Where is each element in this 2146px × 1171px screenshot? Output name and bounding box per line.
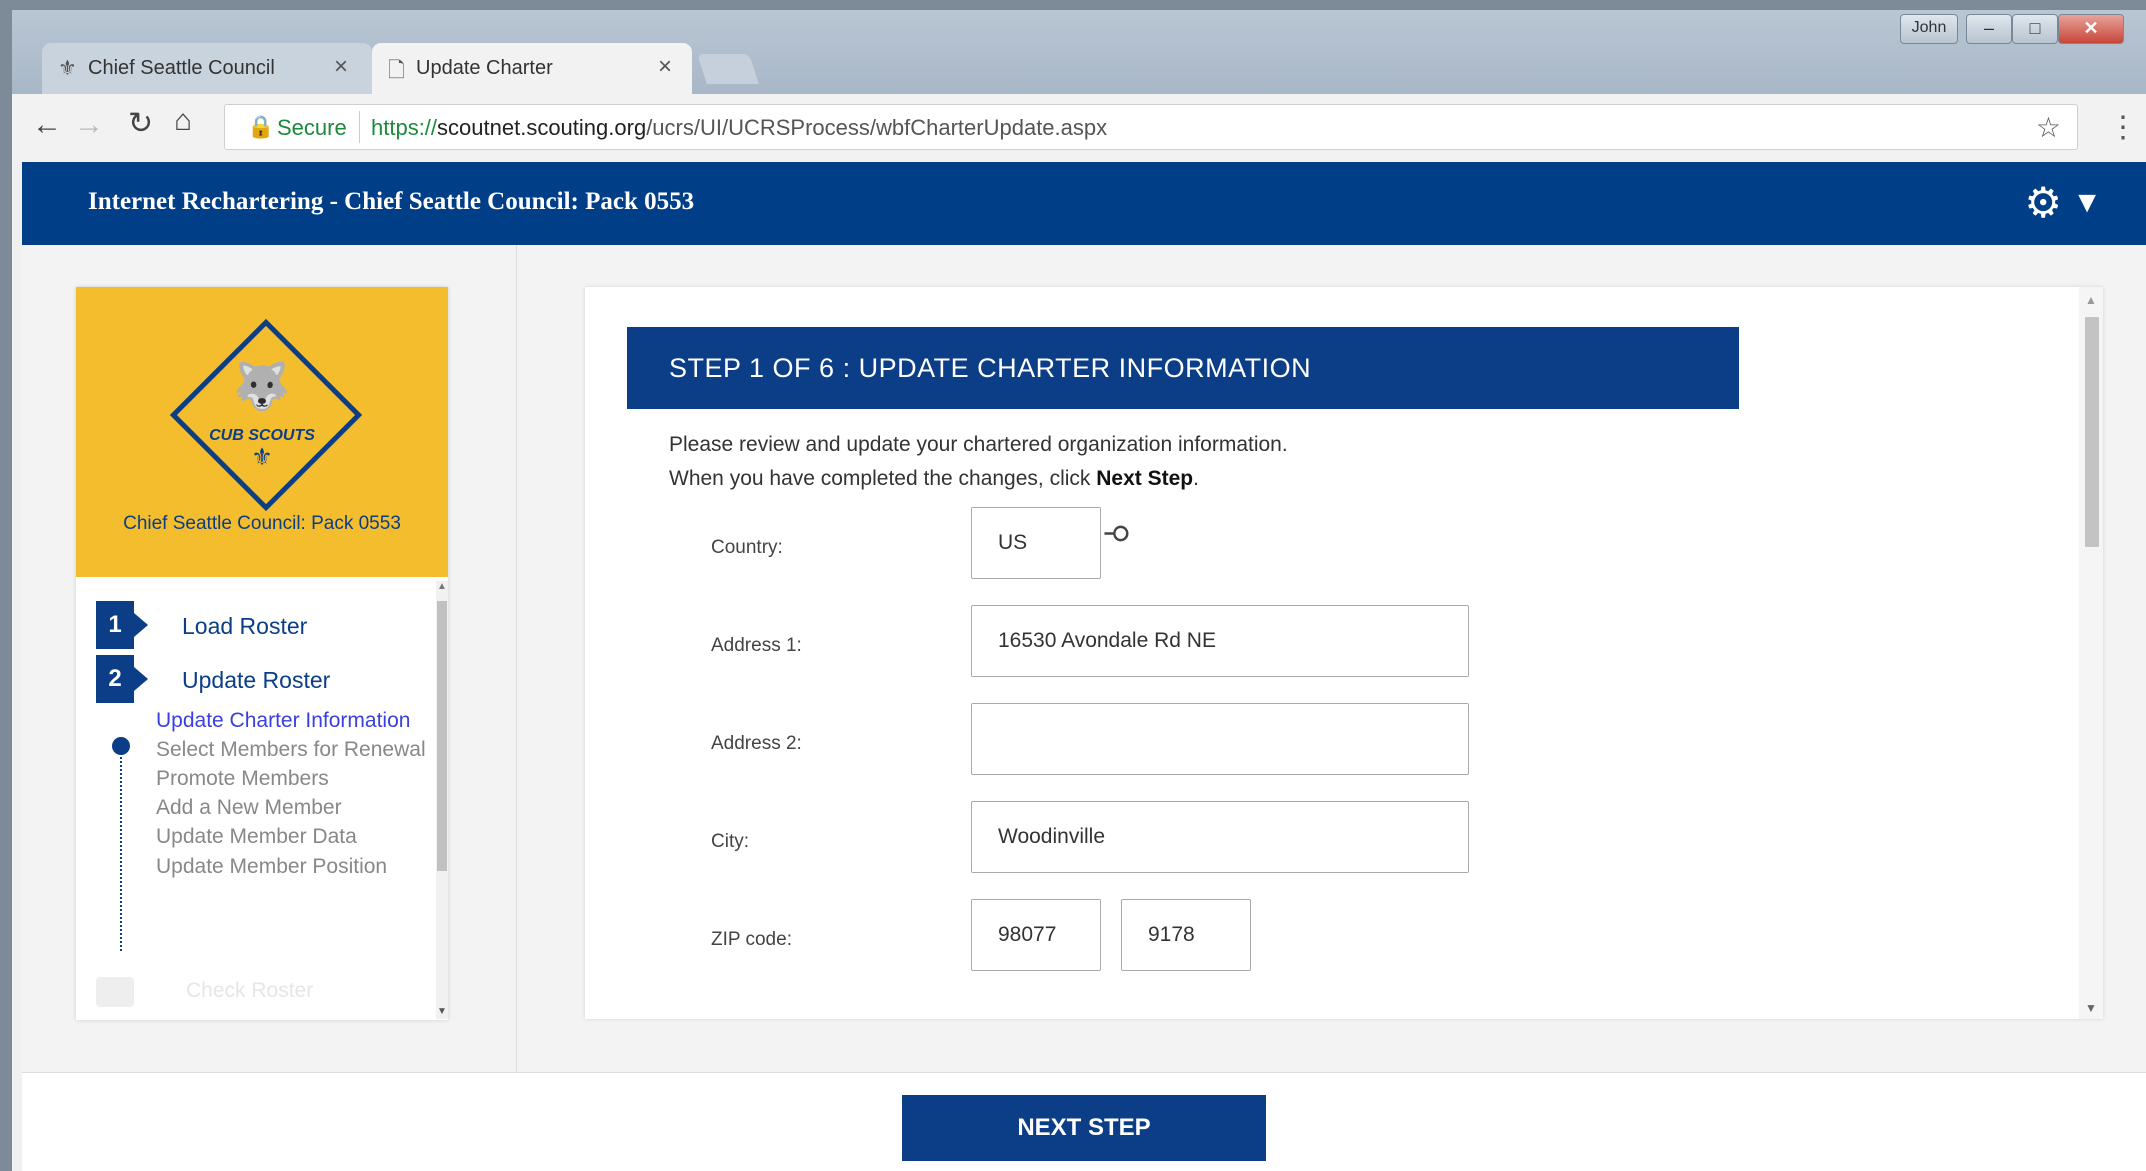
url-text: https://scoutnet.scouting.org/ucrs/UI/UC… xyxy=(371,115,1107,141)
maximize-icon[interactable]: □ xyxy=(2012,14,2058,44)
sidebar-item-add-new-member[interactable]: Add a New Member xyxy=(156,796,342,820)
address-1-label: Address 1: xyxy=(711,635,802,656)
country-field[interactable] xyxy=(971,507,1101,579)
address-bar: ← → ↻ ⌂ 🔒 Secure https://scoutnet.scouti… xyxy=(12,94,2146,163)
city-field[interactable] xyxy=(971,801,1469,873)
unit-name: Chief Seattle Council: Pack 0553 xyxy=(123,513,401,534)
home-icon[interactable]: ⌂ xyxy=(174,104,192,138)
sidebar-item-update-roster[interactable]: Update Roster xyxy=(182,667,330,694)
tab-title: Update Charter xyxy=(416,57,553,79)
new-tab-button[interactable] xyxy=(697,54,759,84)
address-1-field[interactable] xyxy=(971,605,1469,677)
close-tab-icon[interactable]: × xyxy=(334,53,348,81)
tab-chief-seattle-council[interactable]: ⚜ Chief Seattle Council × xyxy=(42,43,372,95)
instruction-text-2: When you have completed the changes, cli… xyxy=(669,467,1199,491)
scroll-up-icon[interactable]: ▲ xyxy=(2085,293,2097,307)
scroll-down-icon[interactable]: ▼ xyxy=(437,1006,447,1017)
url-host: scoutnet.scouting.org xyxy=(437,115,647,140)
main-column: STEP 1 OF 6 : UPDATE CHARTER INFORMATION… xyxy=(517,245,2146,1087)
form-scrollbar[interactable]: ▲ ▼ xyxy=(2079,287,2103,1019)
step-2-badge: 2 xyxy=(96,655,148,703)
browser-window: ⚜ Chief Seattle Council × 🗋 Update Chart… xyxy=(12,10,2146,1171)
sidebar-item-next-step[interactable]: Check Roster xyxy=(186,979,313,1003)
wolf-icon: 🐺 xyxy=(233,360,291,412)
url-path: /ucrs/UI/UCRSProcess/wbfCharterUpdate.as… xyxy=(646,115,1108,140)
charter-form-card: STEP 1 OF 6 : UPDATE CHARTER INFORMATION… xyxy=(585,287,2103,1019)
close-window-icon[interactable]: ✕ xyxy=(2058,14,2124,44)
sidebar-item-load-roster[interactable]: Load Roster xyxy=(182,613,307,640)
zip-extension-field[interactable] xyxy=(1121,899,1251,971)
sidebar-item-update-member-data[interactable]: Update Member Data xyxy=(156,825,357,849)
url-scheme: https:// xyxy=(371,115,438,140)
address-2-label: Address 2: xyxy=(711,733,802,754)
step-banner: STEP 1 OF 6 : UPDATE CHARTER INFORMATION xyxy=(627,327,1739,409)
scroll-up-icon[interactable]: ▲ xyxy=(437,581,447,592)
window-controls: John – □ ✕ xyxy=(1900,14,2130,44)
cub-scouts-logo-content: 🐺 CUB SCOUTS ⚜ xyxy=(196,337,328,477)
gear-icon[interactable]: ⚙ xyxy=(2024,178,2062,227)
lock-icon: 🔒 xyxy=(247,114,275,139)
page-icon: 🗋 xyxy=(388,59,405,82)
step-title: STEP 1 OF 6 : UPDATE CHARTER INFORMATION xyxy=(669,353,1312,383)
reload-icon[interactable]: ↻ xyxy=(128,106,153,141)
bookmark-star-icon[interactable]: ☆ xyxy=(2036,111,2061,144)
instruction-prefix: When you have completed the changes, cli… xyxy=(669,467,1097,490)
form-scroll-thumb[interactable] xyxy=(2085,317,2099,547)
instruction-text: Please review and update your chartered … xyxy=(669,433,1288,456)
app-title: Internet Rechartering - Chief Seattle Co… xyxy=(88,188,695,215)
scout-emblem-icon: ⚜ xyxy=(58,57,77,80)
search-icon[interactable]: ⚲ xyxy=(1101,523,1134,544)
tab-strip: ⚜ Chief Seattle Council × 🗋 Update Chart… xyxy=(12,10,2146,95)
sidebar-item-update-charter-information[interactable]: Update Charter Information xyxy=(156,709,410,733)
scroll-down-icon[interactable]: ▼ xyxy=(2085,1001,2097,1015)
url-field[interactable]: 🔒 Secure https://scoutnet.scouting.org/u… xyxy=(224,104,2078,150)
zip-code-label: ZIP code: xyxy=(711,929,792,950)
forward-icon[interactable]: → xyxy=(74,108,104,142)
sidebar-item-select-members-for-renewal[interactable]: Select Members for Renewal xyxy=(156,738,426,762)
instruction-suffix: . xyxy=(1193,467,1199,490)
sidebar-scroll-thumb[interactable] xyxy=(437,601,447,871)
step-3-badge xyxy=(96,977,134,1007)
city-label: City: xyxy=(711,831,749,852)
address-2-field[interactable] xyxy=(971,703,1469,775)
url-divider xyxy=(359,111,360,143)
close-tab-icon[interactable]: × xyxy=(658,53,672,81)
instruction-bold: Next Step xyxy=(1096,467,1194,490)
left-column: 🐺 CUB SCOUTS ⚜ Chief Seattle Council: Pa… xyxy=(22,245,517,1087)
sidebar-item-update-member-position[interactable]: Update Member Position xyxy=(156,855,387,879)
footer-bar: NEXT STEP xyxy=(22,1072,2146,1171)
sidebar: 🐺 CUB SCOUTS ⚜ Chief Seattle Council: Pa… xyxy=(76,287,448,1020)
page-content: Internet Rechartering - Chief Seattle Co… xyxy=(12,162,2146,1171)
current-substep-bullet-icon xyxy=(112,737,130,755)
unit-logo-panel: 🐺 CUB SCOUTS ⚜ Chief Seattle Council: Pa… xyxy=(76,287,448,577)
tab-title: Chief Seattle Council xyxy=(88,57,275,79)
substep-connector xyxy=(120,741,122,951)
next-step-button[interactable]: NEXT STEP xyxy=(902,1095,1266,1161)
chevron-down-icon[interactable]: ▼ xyxy=(2072,186,2102,220)
sidebar-scrollbar[interactable]: ▲ ▼ xyxy=(436,581,448,1019)
minimize-icon[interactable]: – xyxy=(1966,14,2012,44)
browser-menu-icon[interactable]: ⋮ xyxy=(2108,110,2138,145)
step-1-badge: 1 xyxy=(96,601,148,649)
app-header: Internet Rechartering - Chief Seattle Co… xyxy=(22,162,2146,245)
back-icon[interactable]: ← xyxy=(32,108,62,142)
fleur-de-lis-icon: ⚜ xyxy=(251,444,273,471)
user-badge[interactable]: John xyxy=(1900,14,1958,44)
sidebar-item-promote-members[interactable]: Promote Members xyxy=(156,767,329,791)
tab-update-charter[interactable]: 🗋 Update Charter × xyxy=(372,43,692,95)
country-label: Country: xyxy=(711,537,783,558)
zip-code-field[interactable] xyxy=(971,899,1101,971)
secure-label: Secure xyxy=(277,115,347,140)
